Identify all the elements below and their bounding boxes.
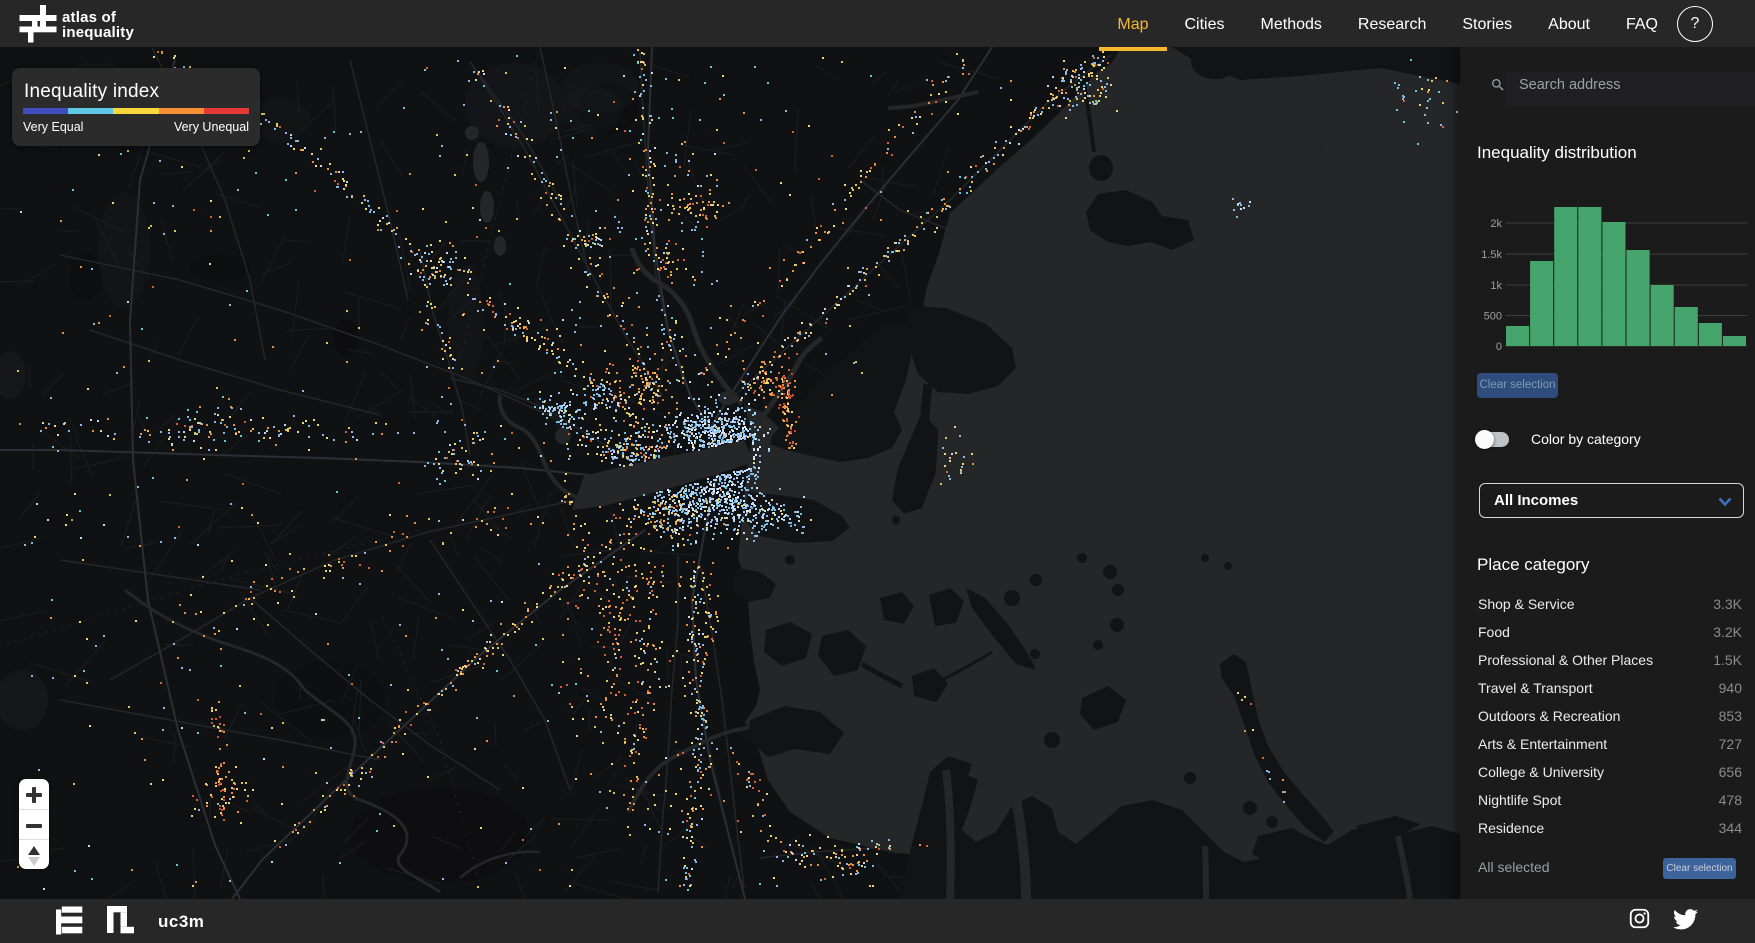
svg-text:1.5k: 1.5k — [1481, 249, 1502, 261]
svg-text:500: 500 — [1484, 311, 1502, 323]
svg-text:2k: 2k — [1490, 218, 1502, 230]
svg-text:0: 0 — [1496, 341, 1502, 353]
svg-text:1k: 1k — [1490, 280, 1502, 292]
